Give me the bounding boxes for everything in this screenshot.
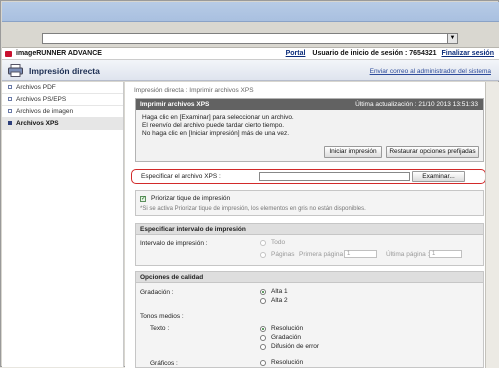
panel-header: Imprimir archivos XPS Última actualizaci… bbox=[136, 99, 483, 110]
start-print-button[interactable]: Iniciar impresión bbox=[324, 146, 382, 158]
range-all-radio[interactable] bbox=[260, 240, 266, 246]
graphics-resolution-radio[interactable] bbox=[260, 360, 266, 366]
first-page-input[interactable]: 1 bbox=[344, 250, 377, 258]
quality-heading: Opciones de calidad bbox=[136, 272, 483, 283]
address-bar: ▼ bbox=[2, 22, 499, 48]
file-path-input[interactable] bbox=[259, 172, 410, 181]
email-admin-link[interactable]: Enviar correo al administrador del siste… bbox=[370, 68, 491, 75]
sidebar: Archivos PDF Archivos PS/EPS Archivos de… bbox=[2, 82, 124, 367]
bullet-icon bbox=[8, 121, 12, 126]
restore-defaults-button[interactable]: Restaurar opciones prefijadas bbox=[386, 146, 479, 158]
sidebar-item-label: Archivos PS/EPS bbox=[16, 96, 67, 103]
browser-titlebar bbox=[2, 2, 499, 22]
text-gradation-radio[interactable] bbox=[260, 335, 266, 341]
address-input[interactable]: ▼ bbox=[42, 33, 458, 44]
text-error-diffusion-label: Difusión de error bbox=[271, 343, 320, 350]
main-content: Impresión directa : Imprimir archivos XP… bbox=[125, 82, 486, 368]
range-all-label: Todo bbox=[271, 239, 286, 246]
instructions: Haga clic en [Examinar] para seleccionar… bbox=[136, 110, 483, 138]
brand-name: imageRUNNER ADVANCE bbox=[16, 50, 102, 57]
priority-checkbox[interactable]: ✓ bbox=[140, 196, 146, 202]
last-page-label: Última página : bbox=[386, 251, 430, 258]
alta2-label: Alta 2 bbox=[271, 297, 288, 304]
text-resolution-radio[interactable] bbox=[260, 326, 266, 332]
range-pages-radio[interactable] bbox=[260, 252, 266, 258]
gradation-alta1-radio[interactable] bbox=[260, 289, 266, 295]
quality-section: Opciones de calidad Gradación : Alta 1 A… bbox=[135, 271, 484, 368]
instruction-line: El reenvío del archivo puede tardar cier… bbox=[142, 122, 284, 129]
print-range-section: Especificar intervalo de impresión Inter… bbox=[135, 223, 484, 266]
halftones-label: Tonos medios : bbox=[140, 313, 184, 320]
panel-title: Imprimir archivos XPS bbox=[140, 101, 210, 108]
range-pages-label: Páginas bbox=[271, 251, 295, 258]
first-page-label: Primera página : bbox=[299, 251, 347, 258]
header-links: Portal Usuario de inicio de sesión : 765… bbox=[286, 50, 494, 57]
print-range-label: Intervalo de impresión : bbox=[140, 240, 208, 247]
sidebar-item-ps-eps[interactable]: Archivos PS/EPS bbox=[2, 94, 123, 106]
gradation-alta2-radio[interactable] bbox=[260, 298, 266, 304]
print-xps-panel: Imprimir archivos XPS Última actualizaci… bbox=[135, 98, 484, 162]
text-resolution-label: Resolución bbox=[271, 325, 304, 332]
last-update: Última actualización : 21/10 2013 13:51:… bbox=[355, 101, 478, 108]
browser-window: ▼ imageRUNNER ADVANCE Portal Usuario de … bbox=[0, 0, 499, 368]
text-label: Texto : bbox=[150, 325, 170, 332]
sidebar-item-pdf[interactable]: Archivos PDF bbox=[2, 82, 123, 94]
portal-link[interactable]: Portal bbox=[286, 50, 306, 57]
breadcrumb: Impresión directa : Imprimir archivos XP… bbox=[134, 87, 254, 94]
login-user-label: Usuario de inicio de sesión : 7654321 bbox=[312, 50, 437, 57]
graphics-label: Gráficos : bbox=[150, 360, 178, 367]
last-page-input[interactable]: 1 bbox=[429, 250, 462, 258]
alta1-label: Alta 1 bbox=[271, 288, 288, 295]
priority-section: ✓ Priorizar tique de impresión *Si se ac… bbox=[135, 190, 484, 216]
priority-note: *Si se activa Priorizar tique de impresi… bbox=[140, 206, 366, 212]
bullet-icon bbox=[8, 109, 12, 114]
specify-file-row: Especificar el archivo XPS : Examinar... bbox=[131, 169, 486, 184]
sidebar-item-image[interactable]: Archivos de imagen bbox=[2, 106, 123, 118]
printer-icon bbox=[8, 64, 23, 77]
instruction-line: Haga clic en [Examinar] para seleccionar… bbox=[142, 114, 294, 121]
instruction-line: No haga clic en [Iniciar impresión] más … bbox=[142, 130, 290, 137]
logout-link[interactable]: Finalizar sesión bbox=[441, 50, 494, 57]
page-title: Impresión directa bbox=[29, 66, 100, 76]
sidebar-item-label: Archivos de imagen bbox=[16, 108, 74, 115]
bullet-icon bbox=[8, 97, 12, 102]
page-title-bar: Impresión directa Enviar correo al admin… bbox=[2, 60, 499, 81]
sidebar-item-label: Archivos PDF bbox=[16, 84, 56, 91]
specify-file-label: Especificar el archivo XPS : bbox=[141, 173, 221, 180]
print-range-heading: Especificar intervalo de impresión bbox=[136, 224, 483, 235]
sidebar-item-label: Archivos XPS bbox=[16, 120, 59, 127]
app-header: imageRUNNER ADVANCE Portal Usuario de in… bbox=[2, 48, 499, 60]
browse-button[interactable]: Examinar... bbox=[412, 171, 465, 182]
priority-label: Priorizar tique de impresión bbox=[151, 195, 231, 202]
graphics-resolution-label: Resolución bbox=[271, 359, 304, 366]
gradation-label: Gradación : bbox=[140, 289, 174, 296]
canon-logo-icon bbox=[5, 51, 12, 57]
sidebar-item-xps[interactable]: Archivos XPS bbox=[2, 118, 123, 130]
vertical-scrollbar[interactable] bbox=[485, 82, 499, 368]
bullet-icon bbox=[8, 85, 12, 90]
text-error-diffusion-radio[interactable] bbox=[260, 344, 266, 350]
text-gradation-label: Gradación bbox=[271, 334, 301, 341]
address-dropdown-icon[interactable]: ▼ bbox=[447, 33, 458, 44]
